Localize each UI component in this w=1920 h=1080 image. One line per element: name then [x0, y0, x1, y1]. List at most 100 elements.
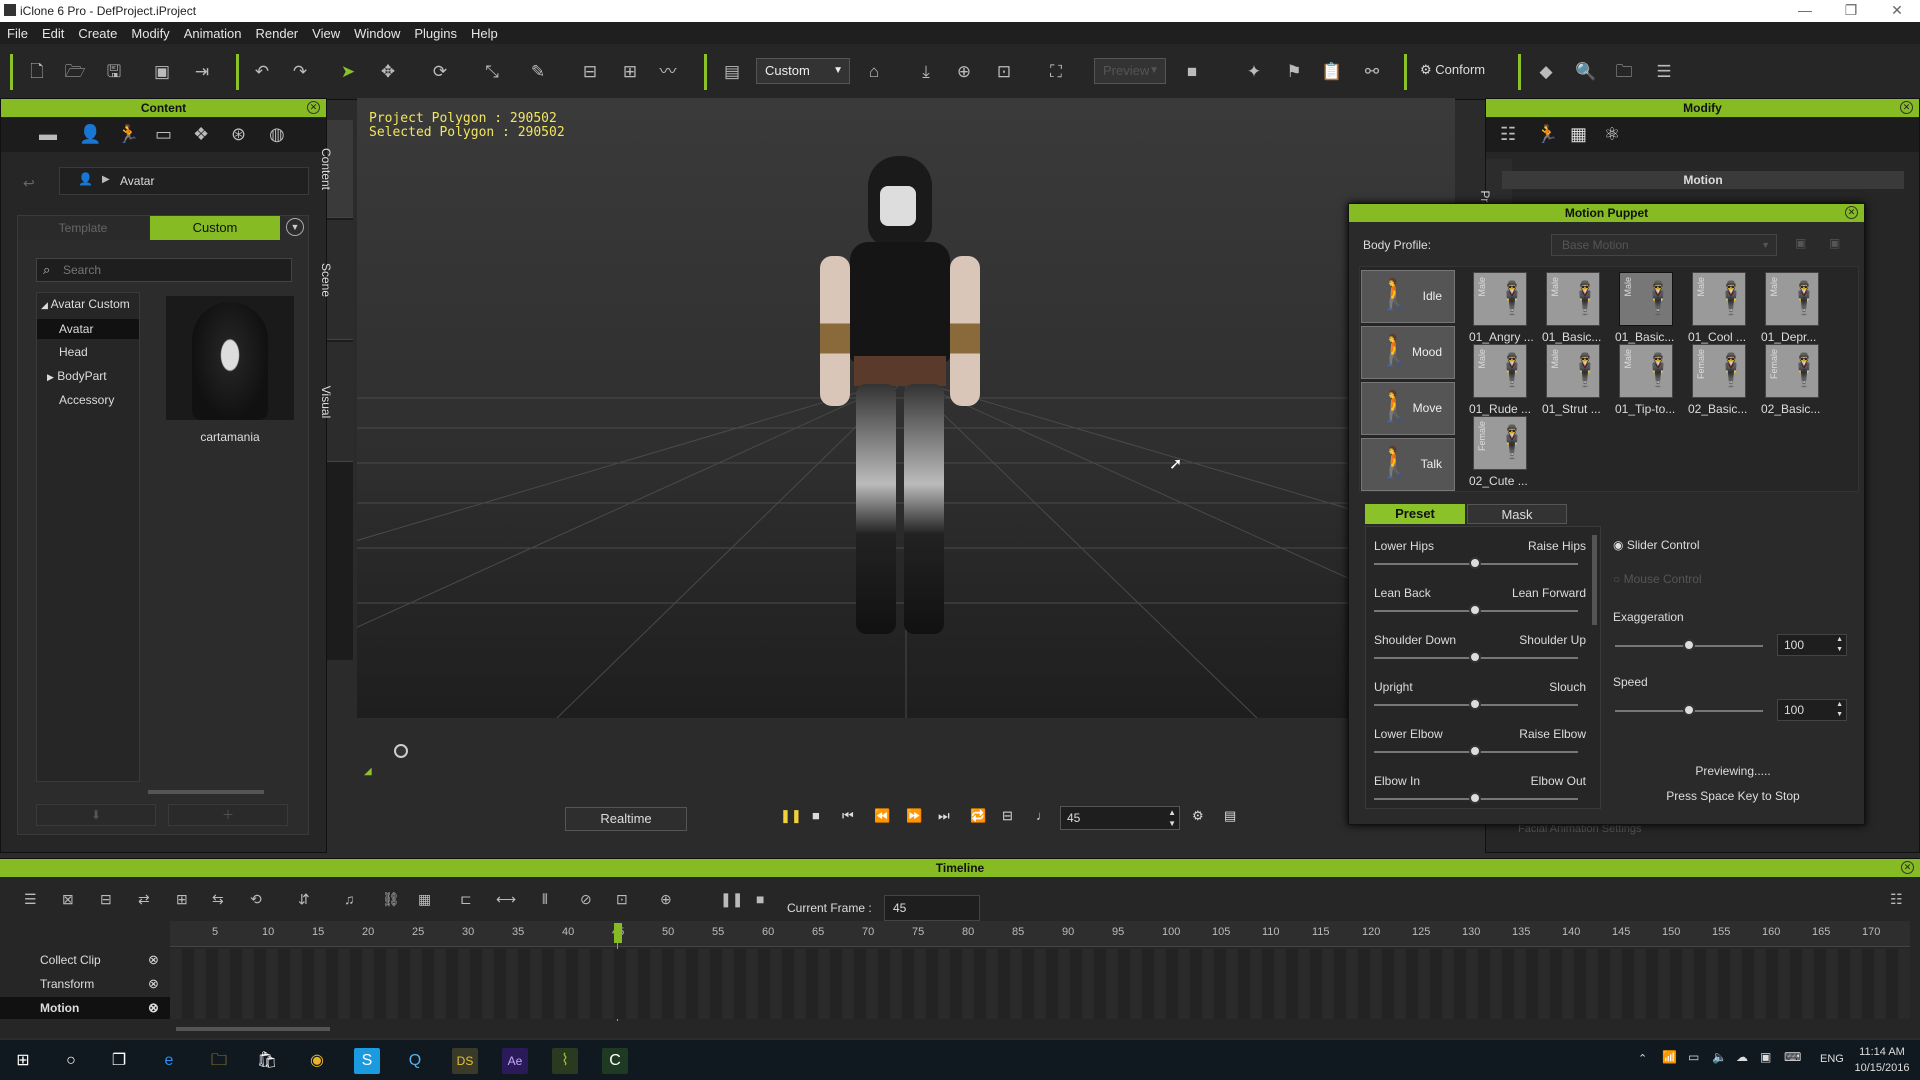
menu-modify[interactable]: Modify [124, 26, 176, 41]
search-zoom-icon[interactable]: 🔍 [1574, 60, 1598, 84]
undo-icon[interactable]: ↶ [250, 60, 274, 84]
windows-start-icon[interactable]: ⊞ [10, 1048, 36, 1074]
battery-icon[interactable]: ▭ [1688, 1050, 1699, 1064]
redo-icon[interactable]: ↷ [288, 60, 312, 84]
track-transform[interactable]: Transform ⊗ [0, 973, 170, 995]
after-effects-icon[interactable]: Ae [502, 1048, 528, 1074]
tree-item-head[interactable]: Head [59, 345, 88, 359]
close-icon[interactable]: ✕ [1845, 206, 1858, 219]
timeline-settings-icon[interactable]: ☷ [1890, 891, 1903, 908]
slider-knob[interactable] [1469, 557, 1481, 569]
task-view-icon[interactable]: ❐ [106, 1048, 132, 1074]
realtime-button[interactable]: Realtime [565, 807, 687, 831]
loop-icon[interactable]: 🔁 [970, 808, 986, 824]
tab-mask[interactable]: Mask [1467, 504, 1567, 524]
category-mood[interactable]: 🚶 Mood [1361, 326, 1455, 379]
playhead[interactable] [614, 923, 622, 943]
motion-thumbnail-selected[interactable]: Male🕴 [1619, 272, 1673, 326]
key-icon[interactable]: ◆ [1534, 60, 1558, 84]
export-icon[interactable]: ▣ [150, 60, 174, 84]
maximize-icon[interactable]: ❐ [1828, 0, 1874, 20]
timeline-scrollbar[interactable] [176, 1027, 330, 1031]
close-icon[interactable]: ✕ [1874, 0, 1920, 20]
spinner-icon[interactable]: ▲ ▼ [1836, 635, 1843, 655]
vertical-scrollbar[interactable] [1592, 535, 1597, 625]
zoom-fit-icon[interactable]: ⊡ [992, 60, 1016, 84]
search-input[interactable] [63, 261, 283, 279]
slider-knob[interactable] [1469, 698, 1481, 710]
clipboard-icon[interactable]: 📋 [1320, 60, 1344, 84]
last-frame-icon[interactable]: ⏭ [938, 808, 950, 824]
file-explorer-icon[interactable]: 🗀 [206, 1048, 232, 1074]
spinner-icon[interactable]: ▲ ▼ [1168, 807, 1176, 829]
store-icon[interactable]: 🛍 [254, 1048, 280, 1074]
menu-window[interactable]: Window [347, 26, 407, 41]
audio-note-icon[interactable]: ♩ [1036, 808, 1049, 823]
grid-icon[interactable]: ▦ [418, 891, 431, 908]
flag-icon[interactable]: ⚑ [1282, 60, 1306, 84]
camera-fit-icon[interactable]: ⛶ [1044, 60, 1068, 84]
motion-thumbnail[interactable]: Male🕴 [1546, 272, 1600, 326]
close-icon[interactable]: ✕ [307, 101, 320, 114]
tab-custom[interactable]: Custom [150, 216, 280, 240]
rotate-icon[interactable]: ⟳ [428, 60, 452, 84]
menu-edit[interactable]: Edit [35, 26, 71, 41]
motion-thumbnail[interactable]: Male🕴 [1473, 344, 1527, 398]
track-collect-clip[interactable]: Collect Clip ⊗ [0, 949, 170, 971]
tab-preset[interactable]: Preset [1365, 504, 1465, 524]
import-icon[interactable]: ⇥ [190, 60, 214, 84]
iclone-icon[interactable]: ⌇ [552, 1048, 578, 1074]
app-q-icon[interactable]: Q [402, 1048, 428, 1074]
flip-icon[interactable]: ⇵ [298, 891, 310, 908]
daz-studio-icon[interactable]: DS [452, 1048, 478, 1074]
skype-icon[interactable]: S [354, 1048, 380, 1074]
link-chain-icon[interactable]: ⛓ [382, 891, 400, 908]
menu-file[interactable]: File [0, 26, 35, 41]
slider-knob[interactable] [1469, 604, 1481, 616]
save-icon[interactable]: 🖫 [102, 60, 126, 84]
merge-icon[interactable]: ⊡ [616, 891, 628, 908]
motion-icon[interactable]: 🏃 [117, 124, 139, 145]
track-list-icon[interactable]: ☰ [24, 891, 37, 908]
delete-key-icon[interactable]: ⊠ [62, 891, 74, 908]
tree-item-accessory[interactable]: Accessory [59, 393, 114, 407]
app-c-icon[interactable]: C [602, 1048, 628, 1074]
body-profile-dropdown[interactable]: Base Motion ▼ [1551, 234, 1777, 256]
stop-icon[interactable]: ■ [812, 808, 820, 823]
scale-icon[interactable]: ⤡ [480, 60, 504, 84]
chrome-icon[interactable]: ◉ [304, 1048, 330, 1074]
edge-browser-icon[interactable]: e [156, 1048, 182, 1074]
folder-export-icon[interactable]: 🗀 [1612, 60, 1636, 84]
category-move[interactable]: 🚶 Move [1361, 382, 1455, 435]
brush-icon[interactable]: ✎ [526, 60, 550, 84]
next-frame-icon[interactable]: ⏩ [906, 808, 922, 824]
view-mode-dropdown[interactable]: Custom ▼ [756, 58, 850, 84]
collapse-icon[interactable]: ⊟ [100, 891, 112, 908]
tray-chevron-icon[interactable]: ⌃ [1638, 1052, 1647, 1065]
timeline-pause-icon[interactable]: ❚❚ [720, 891, 743, 908]
menu-view[interactable]: View [305, 26, 347, 41]
slider-control-radio[interactable]: ◉ Slider Control [1613, 538, 1700, 552]
motion-thumbnail[interactable]: Female🕴 [1692, 344, 1746, 398]
tab-visual[interactable]: Visual [319, 342, 353, 462]
close-circle-icon[interactable]: ⊗ [148, 973, 159, 995]
volume-icon[interactable]: 🔈 [1712, 1050, 1727, 1064]
cortana-search-icon[interactable]: ○ [58, 1048, 84, 1074]
select-arrow-icon[interactable]: ➤ [336, 60, 360, 84]
atom-icon[interactable]: ⚛ [1604, 124, 1620, 145]
prop-icon[interactable]: ❖ [193, 124, 209, 145]
search-box[interactable]: ⌕ [36, 258, 292, 282]
layout-icon[interactable]: ▤ [720, 60, 744, 84]
conform-button[interactable]: ⚙ Conform [1420, 62, 1485, 78]
download-button[interactable]: ⬇ [36, 804, 156, 826]
close-circle-icon[interactable]: ⊗ [148, 949, 159, 971]
pause-icon[interactable]: ❚❚ [780, 808, 802, 824]
transition-icon[interactable]: ⇆ [212, 891, 224, 908]
category-idle[interactable]: 🚶 Idle [1361, 270, 1455, 323]
category-talk[interactable]: 🚶 Talk [1361, 438, 1455, 491]
track-motion[interactable]: Motion ⊗ [0, 997, 170, 1019]
previous-frame-icon[interactable]: ⏪ [874, 808, 890, 824]
stage-icon[interactable]: ▭ [155, 124, 172, 145]
spinner-icon[interactable]: ▲ ▼ [1836, 700, 1843, 720]
language-indicator[interactable]: ENG [1820, 1053, 1844, 1065]
